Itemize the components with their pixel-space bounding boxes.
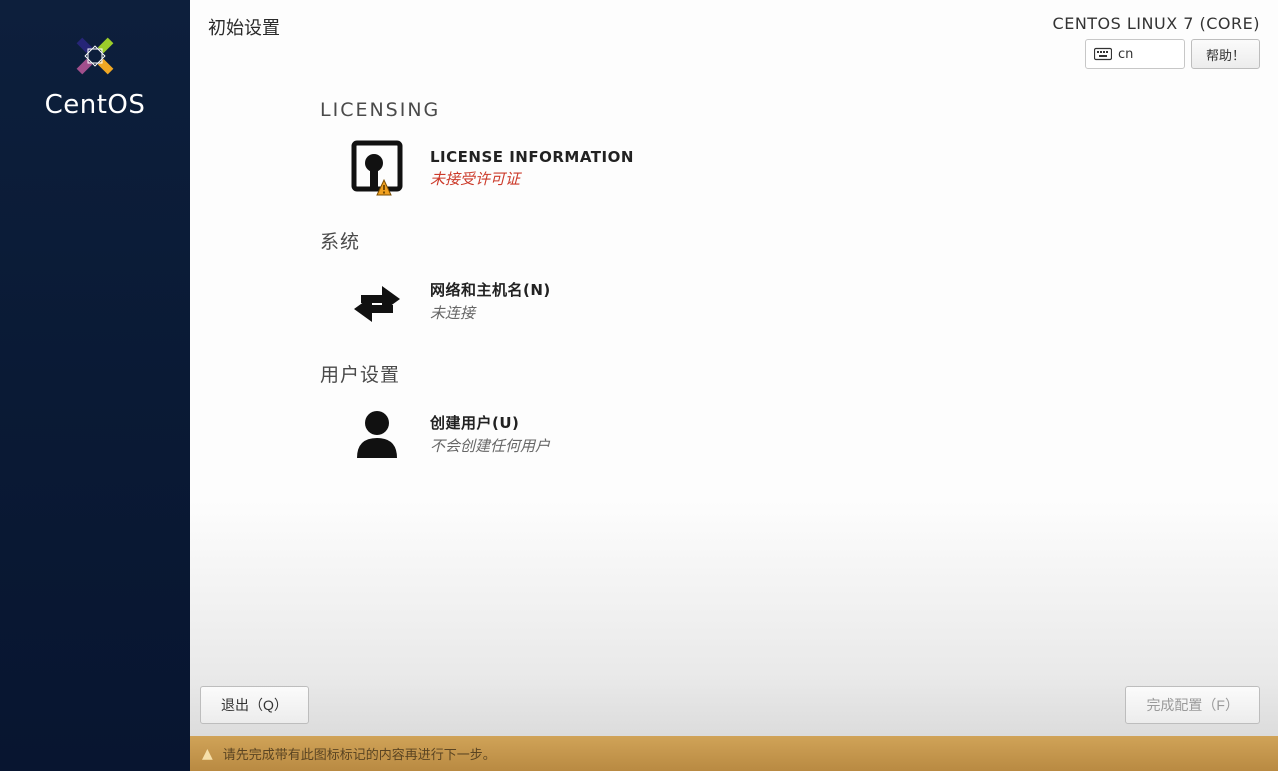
page-title: 初始设置: [208, 14, 280, 40]
warning-triangle-icon: ▲: [202, 746, 213, 762]
footer-bar: 退出（Q） 完成配置（F）: [190, 686, 1278, 736]
distro-label: CENTOS LINUX 7 (CORE): [1053, 14, 1260, 33]
centos-logo-icon: [71, 32, 119, 80]
warning-message: 请先完成带有此图标标记的内容再进行下一步。: [223, 744, 496, 763]
section-title-system: 系统: [320, 227, 1278, 254]
spoke-create-user[interactable]: 创建用户(U) 不会创建任何用户: [348, 405, 1278, 463]
spoke-network-title: 网络和主机名(N): [430, 279, 551, 300]
user-icon: [348, 405, 406, 463]
keyboard-layout-button[interactable]: cn: [1085, 39, 1185, 69]
brand-name: CentOS: [45, 90, 146, 120]
finish-configuration-button[interactable]: 完成配置（F）: [1125, 686, 1260, 724]
spoke-license-status: 未接受许可证: [430, 168, 634, 189]
keyboard-icon: [1094, 47, 1112, 61]
section-title-licensing: LICENSING: [320, 99, 1278, 121]
spoke-license-information[interactable]: LICENSE INFORMATION 未接受许可证: [348, 139, 1278, 197]
spoke-network-status: 未连接: [430, 302, 551, 323]
main-panel: 初始设置 CENTOS LINUX 7 (CORE) cn 帮助！ LICENS…: [190, 0, 1278, 771]
spoke-license-title: LICENSE INFORMATION: [430, 148, 634, 166]
spokes-content: LICENSING LICENSE INFORMATION 未接受许可证 系统: [190, 69, 1278, 771]
spoke-user-title: 创建用户(U): [430, 412, 550, 433]
spoke-user-status: 不会创建任何用户: [430, 435, 550, 456]
top-bar: 初始设置 CENTOS LINUX 7 (CORE) cn 帮助！: [190, 0, 1278, 69]
help-button[interactable]: 帮助！: [1191, 39, 1260, 69]
warning-bar: ▲ 请先完成带有此图标标记的内容再进行下一步。: [190, 736, 1278, 771]
quit-button[interactable]: 退出（Q）: [200, 686, 309, 724]
sidebar: CentOS: [0, 0, 190, 771]
top-right-group: CENTOS LINUX 7 (CORE) cn 帮助！: [1053, 14, 1260, 69]
brand-logo: CentOS: [45, 32, 146, 120]
network-icon: [348, 272, 406, 330]
license-icon: [348, 139, 406, 197]
keyboard-layout-code: cn: [1118, 47, 1133, 62]
spoke-network-hostname[interactable]: 网络和主机名(N) 未连接: [348, 272, 1278, 330]
section-title-user: 用户设置: [320, 360, 1278, 387]
